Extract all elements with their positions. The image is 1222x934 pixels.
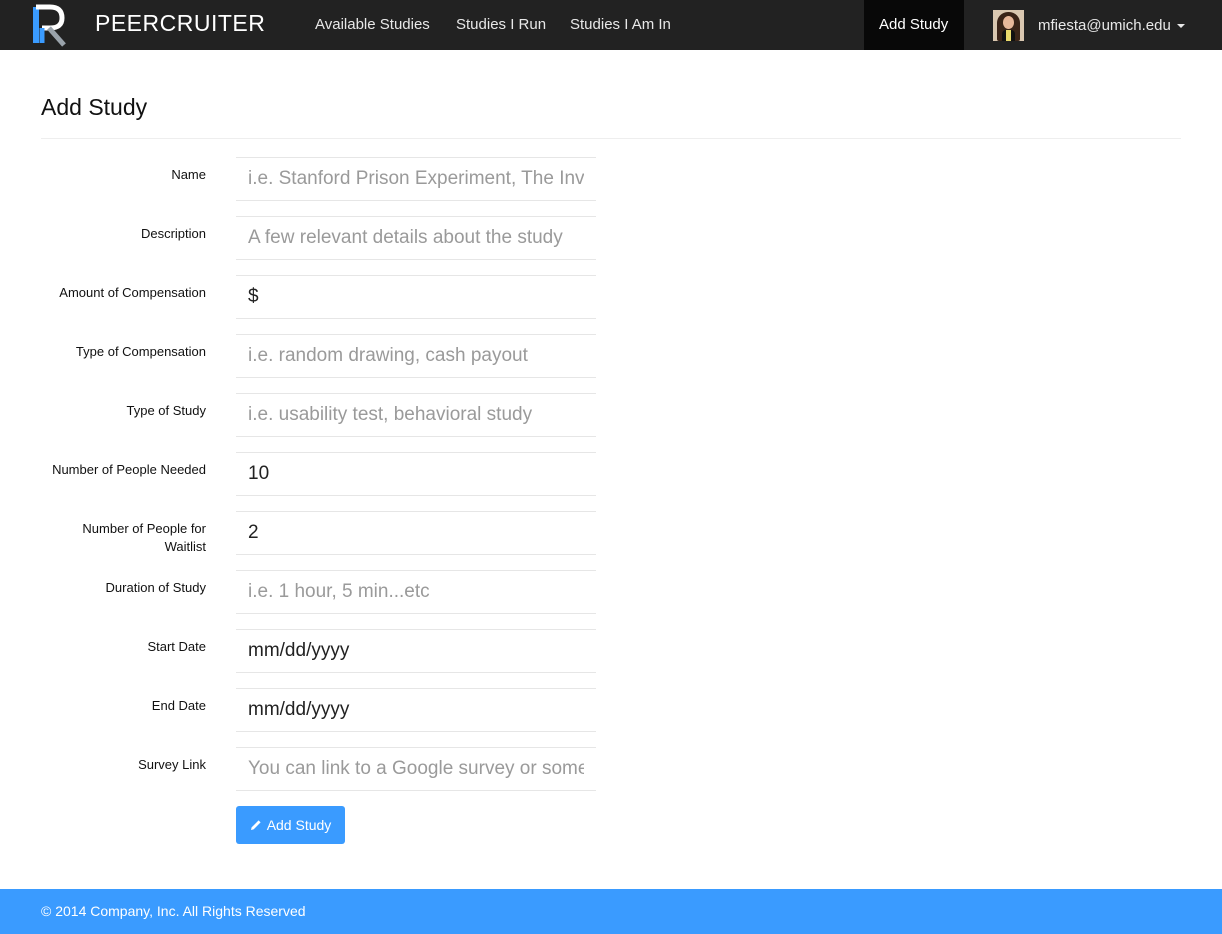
footer: © 2014 Company, Inc. All Rights Reserved (0, 889, 1222, 934)
duration-input[interactable] (236, 570, 596, 614)
waitlist-label: Number of People for Waitlist (82, 521, 206, 554)
nav-link-studies-i-run[interactable]: Studies I Run (456, 0, 546, 50)
survey-link-label: Survey Link (138, 757, 206, 772)
compensation-type-input[interactable] (236, 334, 596, 378)
name-input[interactable] (236, 157, 596, 201)
compensation-amount-input[interactable] (236, 275, 596, 319)
add-study-button[interactable]: Add Study (236, 806, 345, 844)
end-date-label: End Date (151, 698, 206, 713)
peercruiter-logo-icon[interactable] (32, 3, 70, 47)
pencil-icon (250, 820, 261, 830)
brand-name[interactable]: PEERCRUITER (95, 10, 265, 37)
study-type-label: Type of Study (126, 403, 207, 418)
footer-copyright: © 2014 Company, Inc. All Rights Reserved (41, 903, 306, 919)
nav-link-studies-i-am-in[interactable]: Studies I Am In (570, 0, 671, 50)
description-input[interactable] (236, 216, 596, 260)
nav-link-add-study[interactable]: Add Study (864, 0, 964, 50)
survey-link-input[interactable] (236, 747, 596, 791)
add-study-button-label: Add Study (266, 817, 332, 833)
end-date-input[interactable] (236, 688, 596, 732)
compensation-type-label: Type of Compensation (75, 344, 206, 359)
compensation-amount-label: Amount of Compensation (59, 285, 206, 300)
people-needed-label: Number of People Needed (52, 462, 206, 477)
title-divider (41, 138, 1181, 139)
caret-down-icon (1176, 24, 1185, 28)
user-email: mfiesta@umich.edu (1038, 16, 1171, 34)
description-label: Description (140, 226, 206, 241)
nav-link-available-studies[interactable]: Available Studies (315, 0, 430, 50)
user-menu-dropdown[interactable]: mfiesta@umich.edu (993, 0, 1185, 50)
top-navbar: PEERCRUITER Available Studies Studies I … (0, 0, 1222, 50)
waitlist-input[interactable] (236, 511, 596, 555)
avatar (993, 9, 1024, 41)
start-date-label: Start Date (147, 639, 206, 654)
study-type-input[interactable] (236, 393, 596, 437)
start-date-input[interactable] (236, 629, 596, 673)
name-label: Name (171, 167, 206, 182)
page-title: Add Study (41, 94, 148, 120)
people-needed-input[interactable] (236, 452, 596, 496)
duration-label: Duration of Study (105, 580, 206, 595)
